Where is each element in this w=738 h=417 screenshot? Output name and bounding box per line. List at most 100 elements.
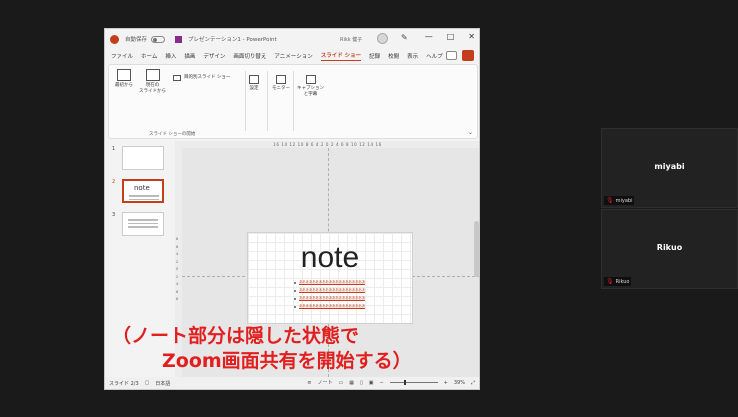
captions-icon	[305, 75, 316, 84]
notes-icon[interactable]: ≡	[307, 380, 311, 386]
muted-mic-icon: 🎙	[606, 197, 614, 204]
tab-record[interactable]: 記録	[369, 52, 380, 60]
tab-design[interactable]: デザイン	[203, 52, 225, 60]
horizontal-ruler: 16 14 12 10 8 6 4 2 0 2 4 6 8 10 12 14 1…	[175, 141, 479, 148]
participant-tile[interactable]: Rikuo 🎙 Rikuo	[601, 209, 738, 289]
save-icon[interactable]	[175, 35, 183, 43]
collapse-ribbon-icon[interactable]: ⌄	[468, 129, 473, 136]
slide-title[interactable]: note	[248, 241, 412, 275]
thumbnail-number: 2	[112, 179, 116, 185]
thumbnail-slide-3[interactable]	[122, 212, 164, 236]
vertical-scrollbar[interactable]	[474, 221, 479, 277]
tab-help[interactable]: ヘルプ	[426, 52, 443, 60]
zoom-out-icon[interactable]: −	[379, 380, 383, 386]
caption-line-1: （ノート部分は隠した状態で	[112, 325, 360, 347]
tab-slideshow[interactable]: スライド ショー	[320, 51, 362, 61]
monitor-icon	[276, 75, 286, 84]
list-item: ああああああああああああああああああああ	[294, 280, 370, 285]
language-label[interactable]: 日本語	[155, 380, 170, 387]
thumbnail-number: 1	[112, 146, 116, 152]
tab-insert[interactable]: 挿入	[165, 52, 176, 60]
slideshow-view-icon[interactable]: ▣	[369, 380, 374, 386]
notes-button[interactable]: ノート	[317, 379, 332, 386]
from-current-label: 現在の スライドから	[139, 83, 166, 94]
custom-show-button[interactable]: 目的別スライド ショー	[173, 75, 230, 81]
thumbnail-slide-2[interactable]: note	[122, 179, 164, 203]
setup-icon	[249, 75, 259, 84]
avatar[interactable]	[377, 33, 388, 44]
participant-name: miyabi	[654, 162, 685, 171]
ribbon-separator-3	[293, 71, 294, 131]
minimize-button[interactable]: —	[425, 32, 433, 41]
custom-show-icon	[173, 75, 181, 81]
slide-bullet-list[interactable]: ああああああああああああああああああああ あああああああああああああああああああ…	[294, 280, 370, 312]
slide-counter: スライド 2/3	[109, 380, 139, 387]
projector-icon	[117, 69, 131, 81]
tab-review[interactable]: 校閲	[388, 52, 399, 60]
participant-tag: miyabi	[615, 197, 633, 204]
comment-icon[interactable]	[446, 51, 457, 60]
thumbnail-lines	[129, 195, 159, 202]
bullet-text: ああああああああああああああああああああ	[299, 296, 365, 300]
participant-footer: 🎙 miyabi	[604, 196, 635, 205]
zoom-slider[interactable]	[389, 380, 438, 385]
status-bar: スライド 2/3 ▢ 日本語 ≡ ノート ▭ ▦ ▯ ▣ − + 39% ⤢	[105, 377, 479, 389]
tab-transitions[interactable]: 画面切り替え	[233, 52, 266, 60]
autosave-label: 自動保存	[125, 37, 148, 43]
participant-tile[interactable]: miyabi 🎙 miyabi	[601, 128, 738, 208]
ribbon-group-label: スライド ショーの開始	[149, 132, 196, 137]
powerpoint-logo-icon	[110, 34, 119, 44]
list-item: ああああああああああああああああああああ	[294, 296, 370, 301]
custom-show-label: 目的別スライド ショー	[184, 75, 231, 81]
tab-animations[interactable]: アニメーション	[274, 52, 312, 60]
ribbon-tabs: ファイル ホーム 挿入 描画 デザイン 画面切り替え アニメーション スライド …	[105, 49, 479, 63]
projector-current-icon	[145, 69, 160, 81]
title-bar: 自動保存 プレゼンテーション1 - PowerPoint Rikk 健子 ✎ —…	[105, 29, 479, 49]
ribbon: 最初から 現在の スライドから 目的別スライド ショー スライド ショーの開始 …	[108, 64, 478, 139]
participant-name: Rikuo	[656, 243, 683, 252]
captions-label: キャプション と字幕	[297, 86, 324, 97]
share-button[interactable]	[462, 50, 474, 61]
tab-draw[interactable]: 描画	[184, 52, 195, 60]
captions-button[interactable]: キャプション と字幕	[297, 75, 324, 97]
slide-canvas[interactable]: note ああああああああああああああああああああ ああああああああああああああ…	[247, 232, 413, 324]
bullet-text: ああああああああああああああああああああ	[299, 280, 365, 284]
thumbnail-lines	[128, 219, 158, 230]
caption-line-2: Zoom画面共有を開始する）	[162, 350, 412, 372]
account-name: Rikk 健子	[340, 36, 363, 43]
thumbnail-number: 3	[112, 212, 116, 218]
bullet-text: ああああああああああああああああああああ	[299, 304, 365, 308]
zoom-level[interactable]: 39%	[454, 380, 465, 386]
tab-view[interactable]: 表示	[407, 52, 418, 60]
reading-view-icon[interactable]: ▯	[360, 380, 363, 386]
fit-slide-icon[interactable]: ⤢	[471, 380, 475, 386]
list-item: ああああああああああああああああああああ	[294, 288, 370, 293]
vertical-ruler-ticks: 8 6 4 2 0 2 4 6 8	[176, 237, 179, 301]
ribbon-separator-2	[267, 71, 268, 131]
thumbnail-title: note	[134, 184, 150, 192]
autosave-toggle[interactable]	[151, 35, 166, 43]
muted-mic-icon: 🎙	[606, 278, 614, 285]
from-start-button[interactable]: 最初から	[115, 69, 133, 89]
zoom-in-icon[interactable]: +	[444, 380, 448, 386]
setup-button[interactable]: 設定	[249, 75, 259, 92]
document-title: プレゼンテーション1 - PowerPoint	[188, 37, 277, 43]
thumbnail-slide-1[interactable]	[122, 146, 164, 170]
close-button[interactable]: ✕	[468, 32, 475, 41]
tab-file[interactable]: ファイル	[111, 52, 133, 60]
pen-icon[interactable]: ✎	[401, 33, 408, 42]
sorter-view-icon[interactable]: ▦	[349, 380, 354, 386]
monitor-label: モニター	[272, 86, 290, 91]
participant-tag: Rikuo	[615, 278, 630, 285]
tab-home[interactable]: ホーム	[141, 52, 157, 60]
list-item: ああああああああああああああああああああ	[294, 304, 370, 309]
monitor-button[interactable]: モニター	[272, 75, 290, 92]
normal-view-icon[interactable]: ▭	[338, 380, 343, 386]
from-current-button[interactable]: 現在の スライドから	[139, 69, 166, 94]
spellcheck-icon[interactable]: ▢	[145, 380, 150, 386]
participant-footer: 🎙 Rikuo	[604, 277, 632, 286]
maximize-button[interactable]: □	[447, 32, 455, 41]
bullet-text: ああああああああああああああああああああ	[299, 288, 365, 292]
setup-label: 設定	[249, 86, 259, 91]
ribbon-separator	[245, 71, 246, 131]
